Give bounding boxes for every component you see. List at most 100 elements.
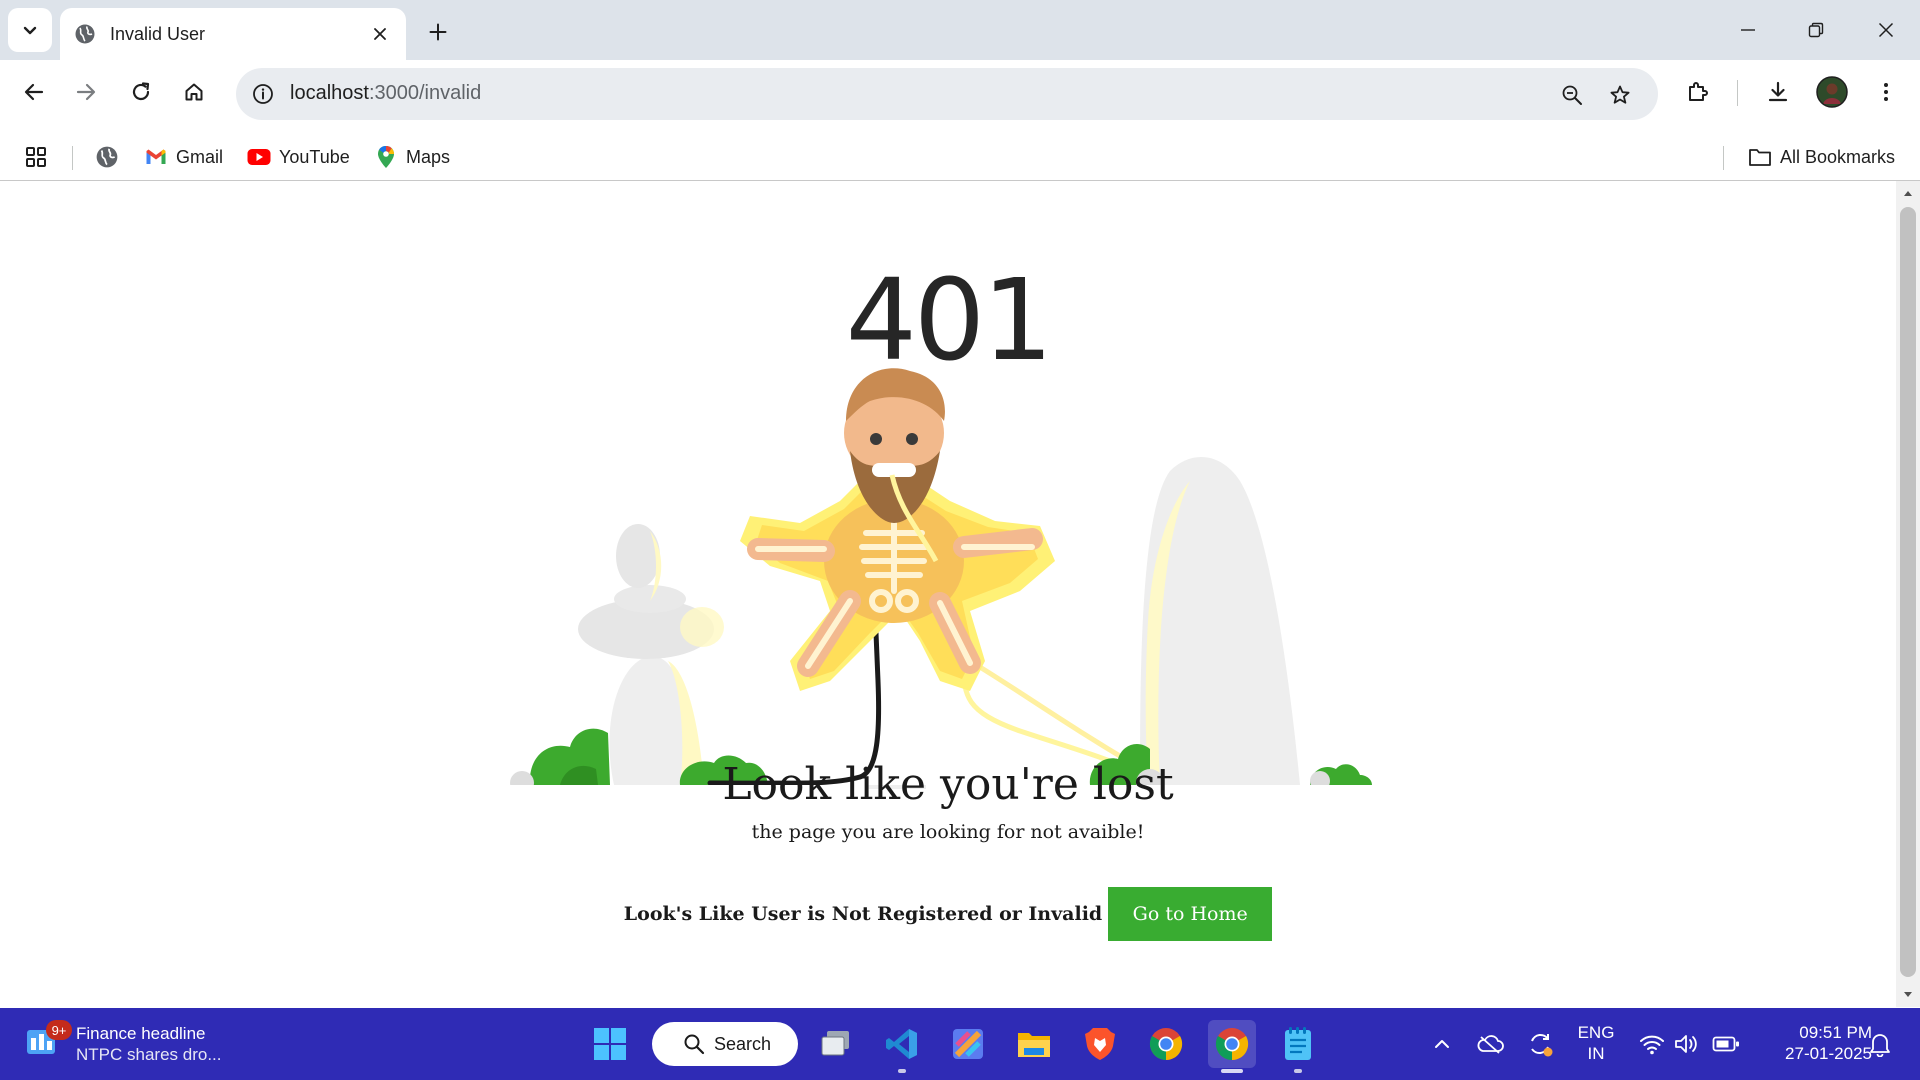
chrome-menu-button[interactable] [1866,72,1906,112]
taskbar-search[interactable]: Search [652,1022,798,1066]
home-icon [185,83,203,101]
globe-icon [96,146,118,168]
scroll-down-arrow-icon[interactable] [1896,987,1920,1003]
windows-logo-icon [594,1028,626,1060]
close-tab-icon[interactable] [368,22,392,46]
home-button[interactable] [174,72,214,112]
address-bar[interactable]: localhost:3000/invalid [236,68,1658,120]
taskbar-notepad[interactable] [1274,1020,1322,1073]
chrome-icon [1149,1028,1183,1061]
taskbar-file-explorer[interactable] [1010,1020,1058,1068]
task-view-button[interactable] [812,1020,860,1068]
site-info-icon[interactable] [250,81,276,107]
clock-time: 09:51 PM [1799,1023,1872,1042]
gmail-icon [144,145,168,169]
restore-button[interactable] [1792,10,1840,50]
clock-date: 27-01-2025 [1785,1044,1872,1064]
news-headline: Finance headline [76,1023,206,1043]
chrome-icon [1215,1028,1249,1061]
news-badge: 9+ [46,1020,72,1040]
minimize-icon [1741,29,1755,31]
tab-strip: Invalid User [0,0,1920,60]
onedrive-icon[interactable] [1476,1030,1504,1058]
vscode-icon [886,1029,917,1059]
minimize-button[interactable] [1724,10,1772,50]
restore-icon [1808,22,1824,38]
bookmark-label: YouTube [279,146,350,167]
wifi-icon[interactable] [1638,1030,1666,1058]
start-button[interactable] [586,1020,634,1068]
invalid-user-row: Look's Like User is Not Registered or In… [0,887,1896,941]
scroll-up-arrow-icon[interactable] [1896,185,1920,201]
language-indicator[interactable]: ENG IN [1574,1022,1618,1065]
close-icon [1878,22,1894,38]
battery-icon[interactable] [1712,1030,1740,1058]
news-widget[interactable]: 9+ Finance headline NTPC shares dro... [24,1018,222,1070]
zoom-icon[interactable] [1558,81,1586,109]
downloads-button[interactable] [1758,72,1798,112]
plus-icon [429,23,447,41]
taskbar: 9+ Finance headline NTPC shares dro... S… [0,1008,1920,1080]
taskbar-vscode[interactable] [878,1020,926,1073]
bookmarks-bar: Gmail YouTube Maps All Bookmarks [0,134,1920,180]
taskbar-app[interactable] [944,1020,992,1068]
toolbar-divider [1737,80,1738,106]
search-label: Search [714,1033,772,1054]
close-window-button[interactable] [1862,10,1910,50]
page-viewport: 401 Look like you're lost the page you a… [0,181,1896,1007]
extensions-button[interactable] [1678,72,1718,112]
puzzle-icon [1689,82,1708,101]
tab-search-button[interactable] [8,8,52,52]
apps-grid-icon [26,147,46,167]
running-indicator [1221,1069,1243,1073]
go-to-home-button[interactable]: Go to Home [1108,887,1273,941]
youtube-icon [247,145,271,169]
search-icon [682,1032,706,1056]
bookmark-youtube[interactable]: YouTube [247,140,350,174]
taskbar-chrome-active[interactable] [1208,1020,1256,1073]
folder-icon [1018,1033,1050,1057]
sync-icon[interactable] [1526,1030,1554,1058]
page-subtitle: the page you are looking for not avaible… [751,821,1145,843]
forward-button[interactable] [66,72,106,112]
back-button[interactable] [14,72,54,112]
language-code: ENG [1577,1023,1615,1042]
show-hidden-icons-chevron-up-icon[interactable] [1428,1030,1456,1058]
profile-avatar[interactable] [1812,72,1852,112]
page-scrollbar[interactable] [1896,181,1920,1007]
url-text[interactable]: localhost:3000/invalid [290,82,481,105]
taskbar-brave[interactable] [1076,1020,1124,1068]
avatar-icon [1816,76,1848,108]
all-bookmarks-label: All Bookmarks [1780,146,1896,167]
reload-button[interactable] [121,72,161,112]
bookmark-label: Gmail [176,146,224,167]
apps-button[interactable] [24,140,48,174]
tab-invalid-user[interactable]: Invalid User [60,8,406,60]
system-clock[interactable]: 09:51 PM 27-01-2025 [1752,1022,1872,1065]
notepad-icon [1285,1027,1311,1060]
taskbar-chrome[interactable] [1142,1020,1190,1068]
bookmark-gmail[interactable]: Gmail [144,140,223,174]
bookmarks-divider [72,146,73,170]
folder-icon [1748,145,1772,169]
volume-icon[interactable] [1672,1030,1700,1058]
language-region: IN [1587,1044,1605,1064]
tab-title: Invalid User [110,23,206,44]
bookmark-maps[interactable]: Maps [374,140,450,174]
more-vertical-icon [1884,83,1888,101]
url-host: localhost [290,82,369,104]
new-tab-button[interactable] [420,14,456,50]
download-icon [1768,81,1788,102]
news-subline: NTPC shares dro... [76,1045,222,1064]
notification-bell-icon[interactable] [1866,1030,1894,1058]
scroll-thumb[interactable] [1900,207,1916,977]
bookmark-globe[interactable] [95,140,119,174]
all-bookmarks-button[interactable]: All Bookmarks [1748,140,1895,174]
running-indicator [1294,1069,1302,1073]
brave-icon [1085,1028,1115,1060]
globe-icon [74,23,96,45]
task-view-icon [821,1031,849,1056]
bookmark-star-icon[interactable] [1606,81,1634,109]
app-icon [953,1029,983,1059]
invalid-user-message: Look's Like User is Not Registered or In… [623,903,1103,925]
